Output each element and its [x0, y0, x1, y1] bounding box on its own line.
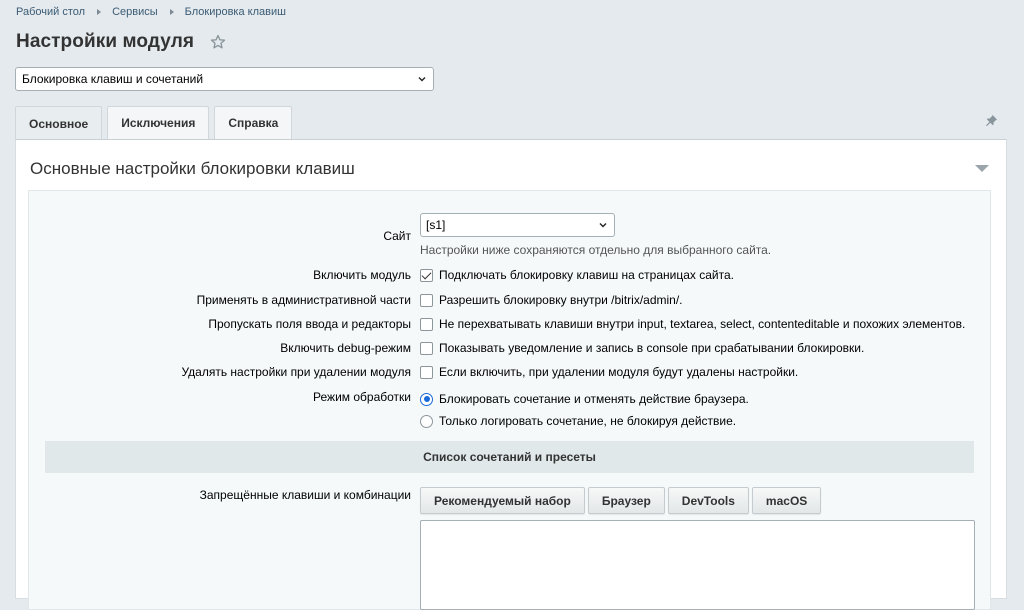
site-select-value: [s1]: [426, 218, 446, 232]
chevron-down-icon: [599, 223, 607, 228]
site-label: Сайт: [383, 229, 411, 243]
mode-option-text: Только логировать сочетание, не блокируя…: [439, 414, 737, 428]
mode-log-radio[interactable]: [420, 414, 433, 428]
delete-settings-checkbox[interactable]: [420, 365, 433, 379]
tab-exceptions[interactable]: Исключения: [107, 106, 210, 139]
preset-browser-button[interactable]: Браузер: [587, 487, 665, 514]
preset-recommended-button[interactable]: Рекомендуемый набор: [420, 487, 585, 514]
option-label: Применять в административной части: [196, 293, 411, 307]
settings-panel: Основные настройки блокировки клавиш Сай…: [15, 139, 1007, 610]
presets-subheader: Список сочетаний и пресеты: [45, 441, 974, 473]
option-label: Включить debug-режим: [280, 341, 411, 355]
section-title: Основные настройки блокировки клавиш: [30, 159, 355, 178]
breadcrumb-separator-icon: [169, 9, 174, 15]
settings-form: Сайт [s1] Настройки ниже сохраняются отд…: [28, 190, 991, 610]
debug-checkbox[interactable]: [420, 341, 433, 355]
module-select[interactable]: Блокировка клавиш и сочетаний: [15, 67, 434, 91]
mode-option-text: Блокировать сочетание и отменять действи…: [439, 392, 749, 406]
option-label: Удалять настройки при удалении модуля: [181, 365, 411, 379]
option-label: Пропускать поля ввода и редакторы: [208, 317, 411, 331]
option-label: Включить модуль: [313, 268, 411, 282]
keys-textarea[interactable]: [420, 520, 975, 610]
tabs: Основное Исключения Справка: [15, 106, 297, 140]
option-text: Показывать уведомление и запись в consol…: [439, 341, 865, 355]
preset-buttons: Рекомендуемый набор Браузер DevTools mac…: [420, 487, 824, 514]
title-row: Настройки модуля: [16, 31, 226, 53]
tab-general[interactable]: Основное: [15, 106, 103, 140]
preset-devtools-button[interactable]: DevTools: [667, 487, 749, 514]
breadcrumb-separator-icon: [97, 9, 102, 15]
site-hint: Настройки ниже сохраняются отдельно для …: [420, 243, 772, 257]
breadcrumb-item-desktop[interactable]: Рабочий стол: [16, 6, 85, 18]
breadcrumb-item-key-lock[interactable]: Блокировка клавиш: [185, 6, 286, 18]
option-text: Не перехватывать клавиши внутри input, t…: [439, 317, 966, 331]
breadcrumb: Рабочий стол Сервисы Блокировка клавиш: [16, 6, 286, 18]
breadcrumb-item-services[interactable]: Сервисы: [112, 6, 158, 18]
mode-block-radio[interactable]: [420, 392, 433, 406]
admin-checkbox[interactable]: [420, 293, 433, 307]
star-icon[interactable]: [210, 34, 226, 50]
mode-label: Режим обработки: [313, 390, 411, 404]
site-select[interactable]: [s1]: [420, 213, 615, 237]
preset-macos-button[interactable]: macOS: [751, 487, 822, 514]
keys-label: Запрещённые клавиши и комбинации: [199, 488, 411, 502]
collapse-toggle-icon[interactable]: [975, 165, 989, 172]
option-text: Подключать блокировку клавиш на страница…: [439, 268, 734, 282]
option-text: Разрешить блокировку внутри /bitrix/admi…: [439, 293, 683, 307]
option-text: Если включить, при удалении модуля будут…: [439, 365, 799, 379]
page-title: Настройки модуля: [16, 31, 195, 52]
module-select-value: Блокировка клавиш и сочетаний: [22, 72, 204, 86]
tab-help[interactable]: Справка: [214, 106, 293, 139]
enable-module-checkbox[interactable]: [420, 268, 433, 282]
pin-icon[interactable]: [985, 114, 998, 127]
chevron-down-icon: [418, 77, 426, 82]
skip-inputs-checkbox[interactable]: [420, 317, 433, 331]
